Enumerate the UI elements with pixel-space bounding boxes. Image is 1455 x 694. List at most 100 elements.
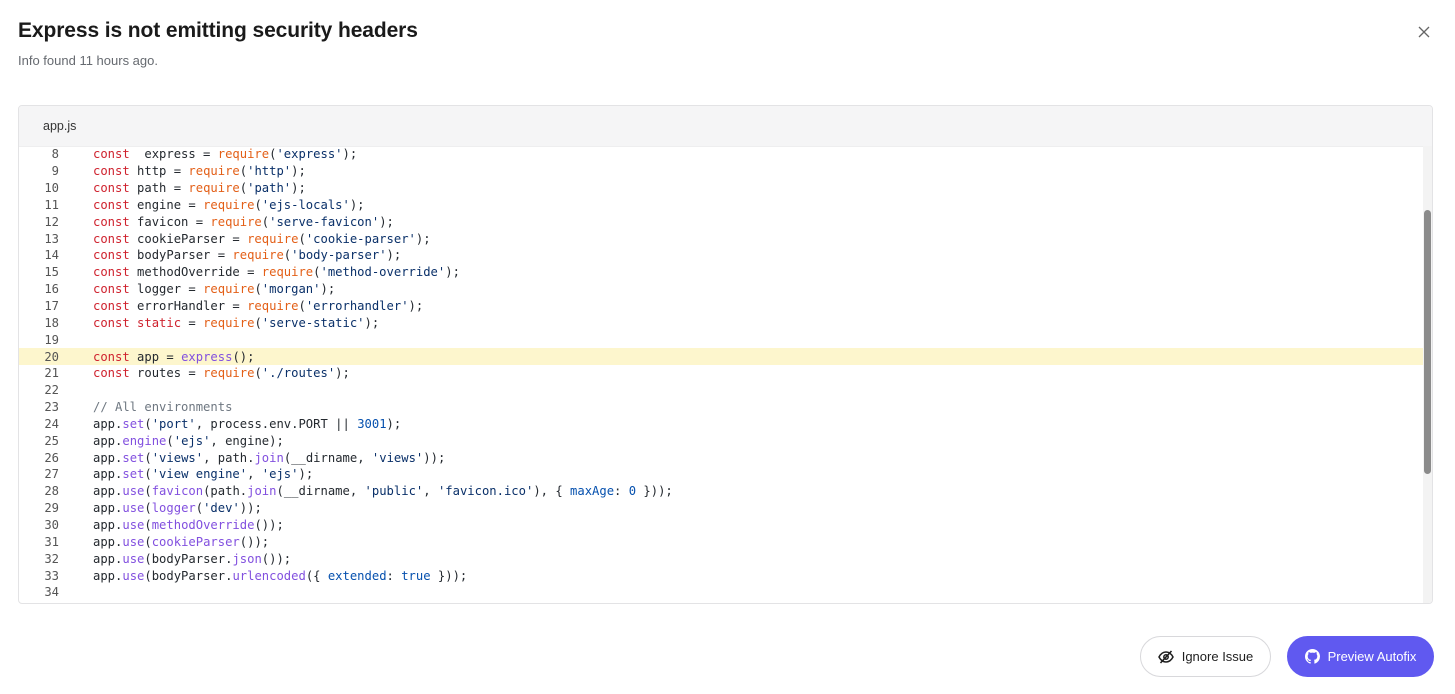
code-token: set (122, 467, 145, 482)
code-text: app.set('view engine', 'ejs'); (93, 467, 313, 481)
code-text: app.use(bodyParser.json()); (93, 552, 291, 566)
code-token: ( (254, 315, 262, 330)
code-token: methodOverride = (129, 265, 262, 280)
code-token: ( (239, 181, 248, 196)
code-text: const express = require('express'); (93, 147, 357, 161)
line-number: 16 (44, 282, 59, 297)
code-line: 32 app.use(bodyParser.json()); (19, 550, 1423, 567)
code-token: , path. (203, 450, 255, 465)
code-text: const path = require('path'); (93, 181, 306, 195)
code-line: 8 const express = require('express'); (19, 146, 1423, 163)
code-line: 15 const methodOverride = require('method… (19, 264, 1423, 281)
code-text: // All environments (93, 400, 232, 414)
code-line: 11 const engine = require('ejs-locals'); (19, 197, 1423, 214)
line-number: 15 (44, 265, 59, 280)
code-token: ); (349, 197, 365, 212)
code-token: (bodyParser. (144, 568, 233, 583)
line-number: 12 (44, 214, 59, 229)
code-token: app = (129, 349, 182, 364)
ignore-issue-label: Ignore Issue (1181, 649, 1254, 664)
code-token: extended (327, 568, 387, 583)
code-text: const http = require('http'); (93, 164, 306, 178)
code-token: ( (195, 501, 204, 516)
code-token: logger = (129, 282, 204, 297)
code-line: 13 const cookieParser = require('cookie-p… (19, 230, 1423, 247)
code-token: 'path' (247, 181, 292, 196)
line-number: 29 (44, 501, 59, 516)
code-token: use (122, 484, 145, 499)
code-viewer: app.js 8 const express = require('express… (18, 105, 1433, 604)
preview-autofix-button[interactable]: Preview Autofix (1287, 636, 1434, 677)
code-token: = (181, 315, 204, 330)
line-number: 23 (44, 400, 59, 415)
code-text: app.use(favicon(path.join(__dirname, 'pu… (93, 484, 673, 498)
code-line: 29 app.use(logger('dev')); (19, 500, 1423, 517)
code-line: 9 const http = require('http'); (19, 163, 1423, 180)
line-number: 10 (44, 181, 59, 196)
code-token: require (203, 282, 255, 297)
code-text: const app = express(); (93, 350, 254, 364)
code-token: })); (430, 568, 468, 583)
code-token: ); (320, 282, 336, 297)
code-token: json (232, 551, 262, 566)
code-token: , process.env.PORT || (195, 416, 358, 431)
code-token: 'http' (247, 164, 292, 179)
code-token: app. (93, 433, 123, 448)
code-token: const (93, 315, 130, 330)
code-token: ( (254, 197, 262, 212)
code-token: // All environments (93, 400, 233, 415)
code-line: 35 // Routes (19, 601, 1423, 603)
code-line: 12 const favicon = require('serve-favicon… (19, 213, 1423, 230)
code-token: cookieParser = (129, 231, 248, 246)
scrollbar-thumb[interactable] (1424, 210, 1431, 474)
code-token: 0 (628, 484, 637, 499)
code-token: 'view engine' (151, 467, 248, 482)
line-number: 33 (44, 568, 59, 583)
code-token: 'errorhandler' (305, 299, 409, 314)
code-token: './routes' (261, 366, 336, 381)
code-token: : (614, 484, 629, 499)
code-line: 19 (19, 331, 1423, 348)
close-button[interactable] (1414, 22, 1434, 42)
code-line: 18 const static = require('serve-static')… (19, 314, 1423, 331)
code-token: 'views' (151, 450, 204, 465)
line-number: 31 (44, 534, 59, 549)
code-line: 31 app.use(cookieParser()); (19, 533, 1423, 550)
code-token: const (93, 366, 130, 381)
code-text: app.use(methodOverride()); (93, 518, 284, 532)
line-number: 21 (44, 366, 59, 381)
line-number: 25 (44, 433, 59, 448)
code-token: ( (298, 299, 306, 314)
code-token: , (247, 467, 262, 482)
code-token: ); (291, 181, 306, 196)
ignore-issue-button[interactable]: Ignore Issue (1140, 636, 1271, 677)
code-token: , engine); (210, 433, 284, 448)
code-token: require (247, 231, 299, 246)
code-token: methodOverride (151, 517, 255, 532)
eye-off-icon (1157, 649, 1174, 664)
code-token: cookieParser (151, 534, 240, 549)
line-number: 35 (19, 602, 59, 603)
code-token: bodyParser = (129, 248, 233, 263)
code-token: 'port' (151, 416, 196, 431)
scrollbar[interactable] (1423, 146, 1432, 603)
code-token: const (93, 197, 130, 212)
code-line: 33 app.use(bodyParser.urlencoded({ extend… (19, 567, 1423, 584)
code-token: use (122, 568, 145, 583)
code-token: app. (93, 484, 123, 499)
code-token: ( (144, 450, 152, 465)
code-token: 'serve-favicon' (269, 214, 380, 229)
code-token: require (188, 181, 240, 196)
code-token: ( (166, 433, 174, 448)
code-token: ); (386, 416, 402, 431)
code-token: require (203, 366, 255, 381)
dialog-title: Express is not emitting security headers (18, 19, 418, 42)
code-token: ()); (261, 551, 292, 566)
code-token: const (93, 282, 130, 297)
line-number: 24 (44, 416, 59, 431)
line-number: 28 (44, 484, 59, 499)
code-token: const (93, 349, 130, 364)
line-number: 30 (44, 517, 59, 532)
code-token: ( (254, 282, 262, 297)
